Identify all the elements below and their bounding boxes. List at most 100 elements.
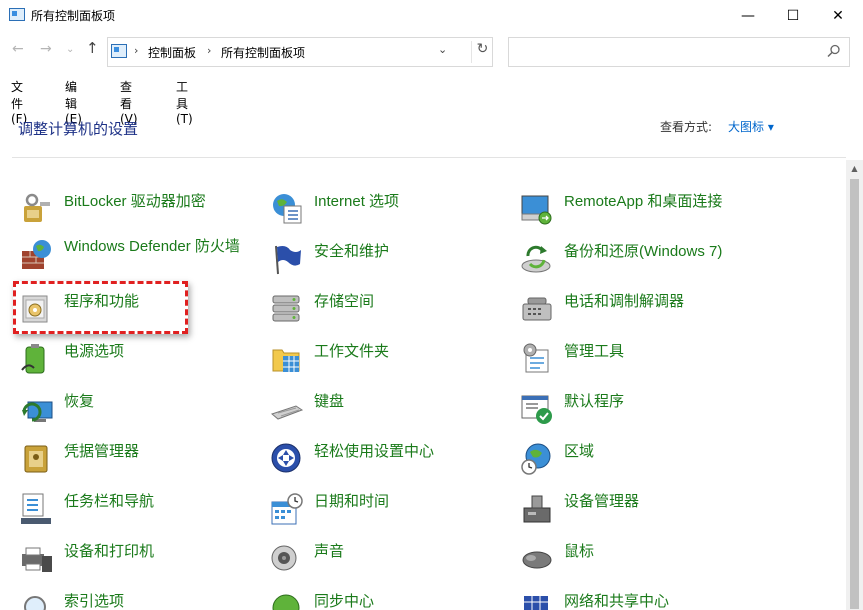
credential-manager-icon (20, 442, 54, 476)
up-button[interactable]: ↑ (86, 39, 99, 57)
magnifier-icon (20, 592, 54, 610)
item-label: 备份和还原(Windows 7) (564, 243, 723, 260)
item-label: 电话和调制解调器 (564, 293, 685, 310)
item-label: 设备和打印机 (64, 543, 155, 560)
backup-restore-icon (520, 242, 554, 276)
item-default-programs[interactable]: 默认程序 (520, 392, 624, 426)
item-label: 设备管理器 (564, 493, 640, 510)
item-bitlocker[interactable]: BitLocker 驱动器加密 (20, 192, 206, 226)
keyboard-icon (270, 392, 304, 426)
breadcrumb-all-items[interactable]: 所有控制面板项 (221, 44, 305, 61)
divider (12, 157, 846, 158)
item-taskbar-and-navigation[interactable]: 任务栏和导航 (20, 492, 154, 526)
item-device-manager[interactable]: 设备管理器 (520, 492, 639, 526)
close-button[interactable]: ✕ (815, 0, 861, 31)
menu-tools[interactable]: 工具(T) (176, 78, 193, 126)
item-devices-and-printers[interactable]: 设备和打印机 (20, 542, 154, 576)
item-label: 日期和时间 (314, 493, 390, 510)
item-administrative-tools[interactable]: 管理工具 (520, 342, 624, 376)
search-input[interactable] (508, 37, 850, 67)
item-label: 同步中心 (314, 593, 375, 610)
battery-icon (20, 342, 54, 376)
item-sound[interactable]: 声音 (270, 542, 344, 576)
item-work-folders[interactable]: 工作文件夹 (270, 342, 389, 376)
item-recovery[interactable]: 恢复 (20, 392, 94, 426)
breadcrumb-separator[interactable]: › (207, 44, 211, 57)
item-label: 轻松使用设置中心 (314, 443, 435, 460)
item-date-and-time[interactable]: 日期和时间 (270, 492, 389, 526)
item-label: Internet 选项 (314, 193, 400, 210)
item-mouse[interactable]: 鼠标 (520, 542, 594, 576)
refresh-button[interactable]: ↻ (471, 41, 493, 63)
back-button[interactable]: ← (12, 41, 24, 57)
item-sync-center[interactable]: 同步中心 (270, 592, 374, 610)
address-bar[interactable]: › 控制面板 › 所有控制面板项 ⌄ ↻ (107, 37, 493, 67)
globe-clock-icon (520, 442, 554, 476)
address-dropdown-button[interactable]: ⌄ (438, 43, 447, 56)
item-phone-and-modem[interactable]: 电话和调制解调器 (520, 292, 684, 326)
breadcrumb-control-panel[interactable]: 控制面板 (148, 44, 196, 61)
item-remoteapp-and-desktop-connections[interactable]: RemoteApp 和桌面连接 (520, 192, 722, 226)
scrollbar-thumb[interactable] (850, 179, 859, 609)
item-label: 声音 (314, 543, 345, 560)
phone-modem-icon (520, 292, 554, 326)
admin-tools-icon (520, 342, 554, 376)
recovery-icon (20, 392, 54, 426)
view-by-dropdown[interactable]: 大图标 ▾ (728, 118, 774, 135)
title-bar: 所有控制面板项 — ☐ ✕ (0, 0, 863, 31)
internet-options-icon (270, 192, 304, 226)
item-internet-options[interactable]: Internet 选项 (270, 192, 399, 226)
item-label: 区域 (564, 443, 595, 460)
item-ease-of-access[interactable]: 轻松使用设置中心 (270, 442, 434, 476)
item-security-and-maintenance[interactable]: 安全和维护 (270, 242, 389, 276)
control-panel-icon (9, 8, 25, 21)
forward-button[interactable]: → (40, 41, 52, 57)
sync-icon (270, 592, 304, 610)
item-credential-manager[interactable]: 凭据管理器 (20, 442, 139, 476)
item-label: 任务栏和导航 (64, 493, 155, 510)
item-label: 电源选项 (64, 343, 125, 360)
default-programs-icon (520, 392, 554, 426)
item-storage-spaces[interactable]: 存储空间 (270, 292, 374, 326)
item-label: 凭据管理器 (64, 443, 140, 460)
item-label: 鼠标 (564, 543, 595, 560)
bitlocker-key-icon (20, 192, 54, 226)
item-keyboard[interactable]: 键盘 (270, 392, 344, 426)
mouse-icon (520, 542, 554, 576)
item-region[interactable]: 区域 (520, 442, 594, 476)
control-panel-icon (111, 44, 127, 58)
search-icon[interactable] (827, 44, 841, 62)
recent-locations-button[interactable]: ⌄ (66, 44, 74, 55)
ease-of-access-icon (270, 442, 304, 476)
item-label: Windows Defender 防火墙 (64, 238, 240, 255)
item-backup-and-restore[interactable]: 备份和还原(Windows 7) (520, 242, 722, 276)
page-title: 调整计算机的设置 (18, 120, 139, 138)
device-manager-icon (520, 492, 554, 526)
item-network-and-sharing-center[interactable]: 网络和共享中心 (520, 592, 669, 610)
network-icon (520, 592, 554, 610)
vertical-scrollbar[interactable]: ▲ (846, 160, 863, 610)
item-label: BitLocker 驱动器加密 (64, 193, 206, 210)
scroll-up-button[interactable]: ▲ (846, 160, 863, 177)
item-label: 管理工具 (564, 343, 625, 360)
printer-icon (20, 542, 54, 576)
flag-icon (270, 242, 304, 276)
item-power-options[interactable]: 电源选项 (20, 342, 124, 376)
item-label: 恢复 (64, 393, 95, 410)
calendar-clock-icon (270, 492, 304, 526)
firewall-icon (20, 237, 54, 271)
item-label: 网络和共享中心 (564, 593, 670, 610)
item-label: 安全和维护 (314, 243, 390, 260)
window-title: 所有控制面板项 (31, 9, 116, 23)
storage-spaces-icon (270, 292, 304, 326)
remoteapp-icon (520, 192, 554, 226)
item-indexing-options[interactable]: 索引选项 (20, 592, 124, 610)
minimize-button[interactable]: — (725, 0, 771, 31)
taskbar-icon (20, 492, 54, 526)
item-windows-defender-firewall[interactable]: Windows Defender 防火墙 (20, 237, 254, 271)
breadcrumb-separator: › (134, 44, 139, 57)
item-label: 存储空间 (314, 293, 375, 310)
maximize-button[interactable]: ☐ (770, 0, 816, 31)
navigation-bar: ← → ⌄ ↑ › 控制面板 › 所有控制面板项 ⌄ ↻ (0, 31, 863, 71)
item-label: 默认程序 (564, 393, 625, 410)
